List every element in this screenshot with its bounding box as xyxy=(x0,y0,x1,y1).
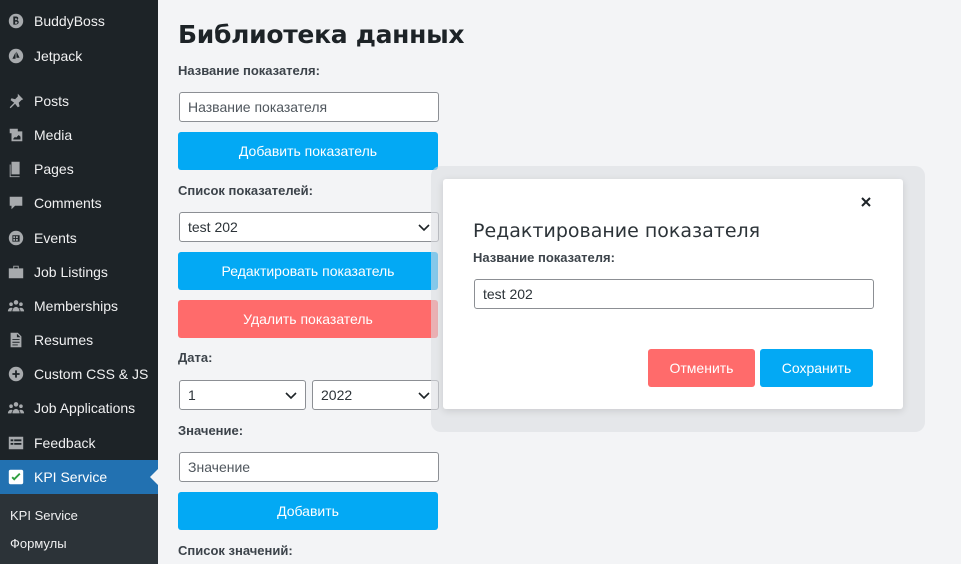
indicator-select[interactable]: test 202 xyxy=(179,212,439,242)
menu-item-buddyboss[interactable]: BuddyBoss xyxy=(0,4,158,38)
add-indicator-button[interactable]: Добавить показатель xyxy=(178,132,438,170)
indicator-select-value: test 202 xyxy=(188,219,238,235)
document-icon xyxy=(7,331,25,349)
pages-icon xyxy=(7,160,25,178)
chevron-down-icon xyxy=(418,224,430,232)
edit-indicator-button[interactable]: Редактировать показатель xyxy=(178,252,438,290)
values-list-label: Список значений: xyxy=(178,543,293,558)
chevron-down-icon xyxy=(285,392,297,400)
pin-icon xyxy=(7,92,25,110)
plus-circle-icon xyxy=(7,365,25,383)
page-title: Библиотека данных xyxy=(178,20,465,49)
menu-item-job-applications[interactable]: Job Applications xyxy=(0,391,158,425)
menu-label: KPI Service xyxy=(34,469,108,485)
submenu-item-kpi-service[interactable]: KPI Service xyxy=(10,508,78,523)
date-label: Дата: xyxy=(178,350,213,365)
menu-label: Job Applications xyxy=(34,400,136,416)
buddyboss-icon xyxy=(7,12,25,30)
menu-item-kpi-service[interactable]: KPI Service xyxy=(0,460,158,494)
calendar-icon xyxy=(7,229,25,247)
menu-item-posts[interactable]: Posts xyxy=(0,84,158,118)
briefcase-icon xyxy=(7,263,25,281)
kpi-icon xyxy=(7,468,25,486)
date-day-select[interactable]: 1 xyxy=(179,380,306,410)
groups-icon xyxy=(7,399,25,417)
media-icon xyxy=(7,126,25,144)
jetpack-icon xyxy=(7,47,25,65)
menu-label: Posts xyxy=(34,93,70,109)
cancel-button[interactable]: Отменить xyxy=(648,349,755,387)
add-value-button[interactable]: Добавить xyxy=(178,492,438,530)
menu-item-events[interactable]: Events xyxy=(0,221,158,255)
admin-sidebar: BuddyBoss Jetpack Posts Media Pages Comm… xyxy=(0,0,158,564)
menu-label: Custom CSS & JS xyxy=(34,366,149,382)
kpi-submenu: KPI Service Формулы xyxy=(0,494,158,564)
save-button[interactable]: Сохранить xyxy=(760,349,873,387)
menu-item-jetpack[interactable]: Jetpack xyxy=(0,39,158,73)
groups-icon xyxy=(7,297,25,315)
chevron-down-icon xyxy=(418,392,430,400)
close-icon[interactable] xyxy=(859,195,873,209)
modal-title: Редактирование показателя xyxy=(473,220,761,242)
menu-label: Comments xyxy=(34,195,102,211)
menu-item-comments[interactable]: Comments xyxy=(0,186,158,220)
menu-item-pages[interactable]: Pages xyxy=(0,152,158,186)
edit-indicator-modal: Редактирование показателя Название показ… xyxy=(443,179,903,409)
submenu-item-formulas[interactable]: Формулы xyxy=(10,536,67,551)
menu-label: Memberships xyxy=(34,298,119,314)
menu-label: Events xyxy=(34,230,77,246)
menu-label: Job Listings xyxy=(34,264,108,280)
value-label: Значение: xyxy=(178,423,244,438)
delete-indicator-button[interactable]: Удалить показатель xyxy=(178,300,438,338)
feedback-icon xyxy=(7,434,25,452)
value-input[interactable] xyxy=(179,452,439,482)
indicator-name-label: Название показателя: xyxy=(178,63,320,78)
menu-label: Resumes xyxy=(34,332,94,348)
menu-label: Jetpack xyxy=(34,48,83,64)
indicator-name-input[interactable] xyxy=(179,92,439,122)
modal-name-label: Название показателя: xyxy=(473,250,615,265)
menu-item-memberships[interactable]: Memberships xyxy=(0,289,158,323)
date-day-value: 1 xyxy=(188,387,196,403)
comment-icon xyxy=(7,194,25,212)
menu-item-custom-css-js[interactable]: Custom CSS & JS xyxy=(0,357,158,391)
menu-item-feedback[interactable]: Feedback xyxy=(0,426,158,460)
menu-label: Media xyxy=(34,127,73,143)
menu-label: BuddyBoss xyxy=(34,13,105,29)
menu-label: Feedback xyxy=(34,435,96,451)
menu-item-resumes[interactable]: Resumes xyxy=(0,323,158,357)
modal-name-input[interactable] xyxy=(474,279,874,309)
date-year-select[interactable]: 2022 xyxy=(312,380,439,410)
date-year-value: 2022 xyxy=(321,387,353,403)
menu-item-job-listings[interactable]: Job Listings xyxy=(0,255,158,289)
menu-item-media[interactable]: Media xyxy=(0,118,158,152)
indicator-list-label: Список показателей: xyxy=(178,183,313,198)
menu-label: Pages xyxy=(34,161,74,177)
